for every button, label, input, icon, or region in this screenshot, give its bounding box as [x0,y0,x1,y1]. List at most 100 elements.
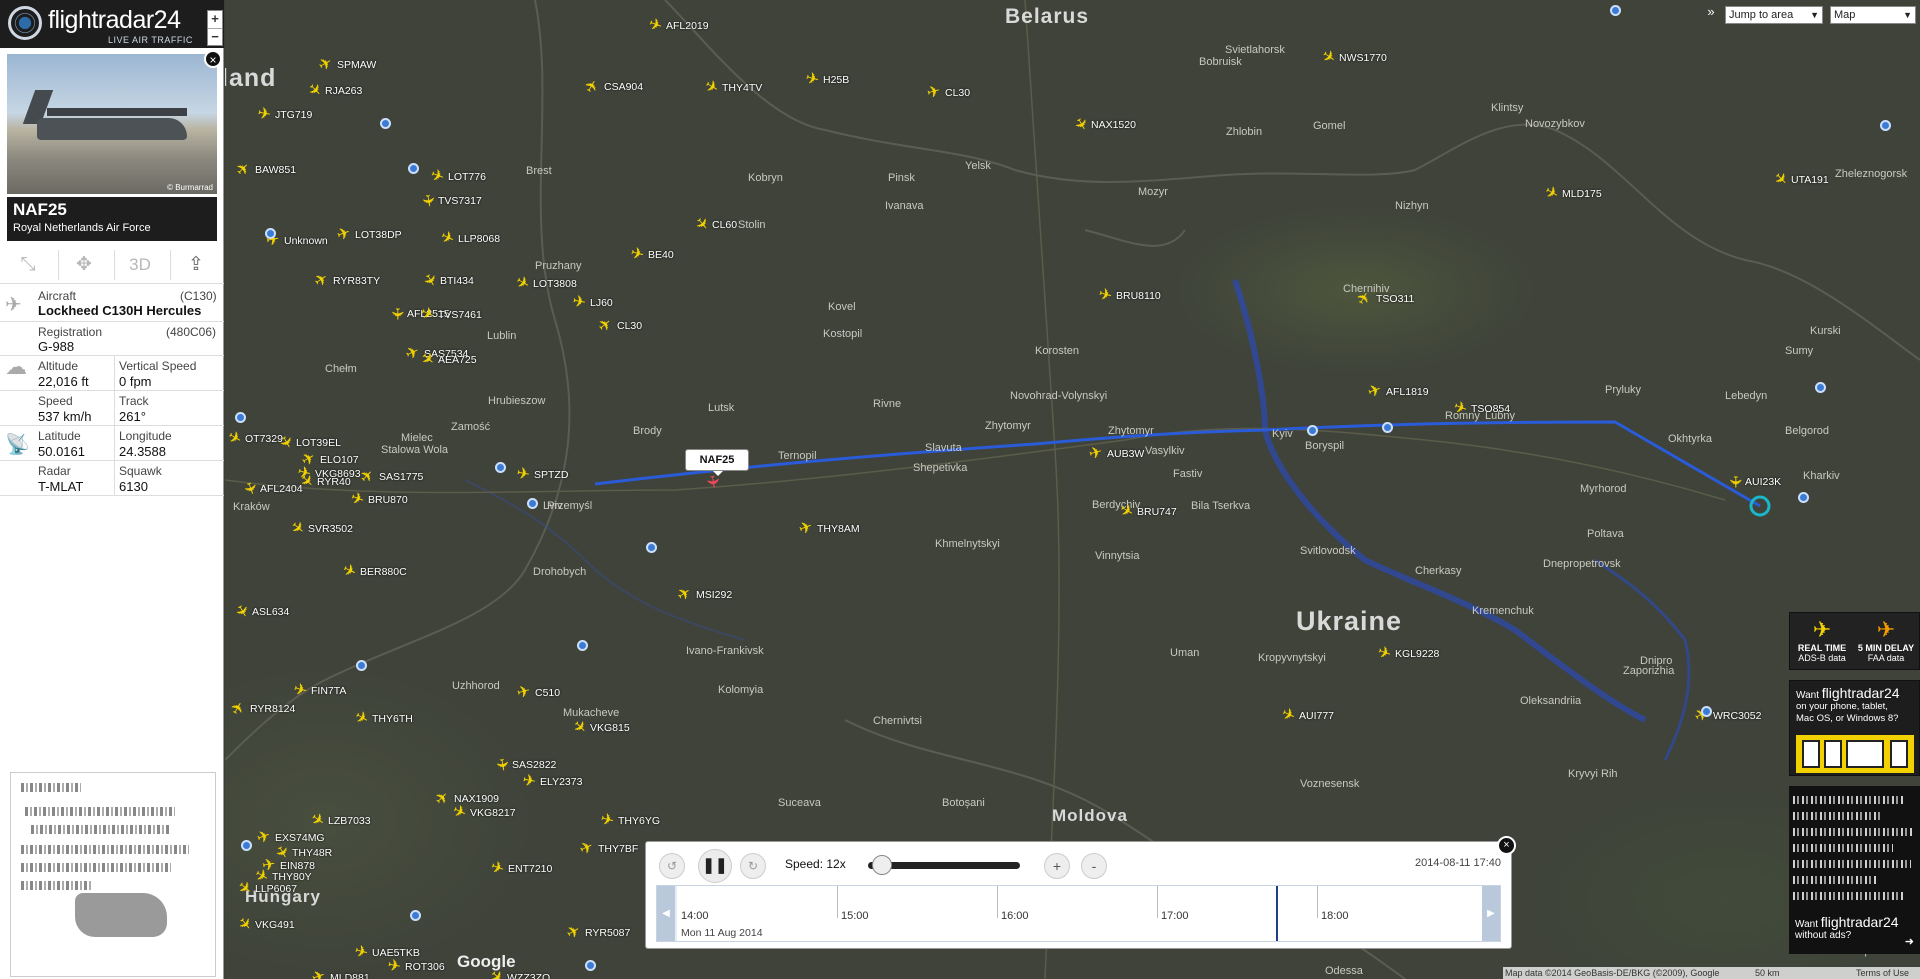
airport-marker[interactable] [1880,120,1891,131]
aircraft-marker[interactable]: ✈BTI434 [419,271,474,291]
aircraft-marker[interactable]: ✈CSA904 [582,77,643,97]
aircraft-marker[interactable]: ✈THY6TH [351,708,413,729]
view-3d-button[interactable]: 3D [116,252,164,280]
airport-marker[interactable] [265,228,276,239]
airport-marker[interactable] [235,412,246,423]
aircraft-marker[interactable]: ✈ BRU8110 [1096,286,1160,306]
aircraft-marker[interactable]: ✈SAS1775 [357,466,423,488]
share-icon[interactable]: ⇪ [172,252,220,280]
timeline-prev-button[interactable]: ◀ [657,886,675,941]
aircraft-photo[interactable]: © Burmarrad [7,54,217,194]
aircraft-marker[interactable]: ✈VKG815 [569,717,630,739]
airport-marker[interactable] [380,118,391,129]
aircraft-marker[interactable]: ✈NWS1770 [1318,47,1387,69]
airport-marker[interactable] [495,462,506,473]
aircraft-marker[interactable]: ✈ ROT306 [385,957,445,976]
airport-marker[interactable] [1307,425,1318,436]
terms-link[interactable]: Terms of Use [1856,967,1909,979]
aircraft-marker[interactable]: ✈TVS7461 [418,304,482,325]
airport-marker[interactable] [1815,382,1826,393]
flight-map[interactable]: Belarus Ukraine Moldova Hungary land Bre… [225,0,1920,979]
aircraft-marker[interactable]: ✈NAX1520 [1070,115,1136,135]
aircraft-marker[interactable]: ✈LLP8068 [438,228,501,249]
rewind-button[interactable]: ↺ [659,853,685,879]
map-type-select[interactable]: Map ▼ [1830,6,1916,24]
aircraft-marker[interactable]: ✈AEA725 [417,349,477,371]
playback-timeline[interactable]: ◀ Mon 11 Aug 2014 14:00 15:00 16:00 17:00 18… [656,885,1501,942]
jump-to-area-select[interactable]: Jump to area ▼ [1725,6,1823,24]
aircraft-marker[interactable]: ✈ AUI23K [1725,473,1781,491]
aircraft-marker[interactable]: ✈OT7329 [225,428,283,449]
aircraft-marker[interactable]: ✈BRU747 [1116,501,1177,522]
timeline-next-button[interactable]: ▶ [1482,886,1500,941]
speed-down-button[interactable]: - [1081,853,1107,879]
aircraft-marker[interactable]: ✈CL30 [595,315,642,337]
aircraft-marker[interactable]: ✈ ELY2373 [520,772,582,791]
speed-up-button[interactable]: + [1044,853,1070,879]
close-playback-button[interactable]: × [1497,836,1516,855]
realtime-feed-toggle[interactable]: ✈ REAL TIME ADS-B data [1792,613,1852,671]
aircraft-marker[interactable]: ✈ LOT776 [428,166,486,187]
aircraft-marker[interactable]: ✈RYR40 [296,471,351,493]
airport-marker[interactable] [241,840,252,851]
aircraft-marker[interactable]: ✈ THY7BF [577,838,638,859]
aircraft-marker[interactable]: ✈ KGL9228 [1375,643,1439,664]
center-icon[interactable]: ✥ [60,252,108,280]
aircraft-marker[interactable]: ✈ C510 [515,683,560,703]
aircraft-marker[interactable]: ✈ THY8AM [797,518,860,539]
airport-marker[interactable] [646,542,657,553]
selected-flight-tag[interactable]: NAF25 [685,449,749,476]
pause-button[interactable]: ❚❚ [698,849,732,883]
aircraft-marker[interactable]: ✈ASL634 [231,602,290,622]
airport-marker[interactable] [1798,492,1809,503]
aircraft-marker[interactable]: ✈LOT3808 [512,273,577,294]
close-flight-panel-button[interactable]: × [204,50,222,68]
aircraft-marker[interactable]: ✈ LJ60 [570,293,613,312]
aircraft-marker[interactable]: ✈ AUB3W [1087,444,1144,464]
aircraft-marker[interactable]: ✈ SPTZD [514,465,568,484]
aircraft-marker[interactable]: ✈ H25B [803,70,849,90]
aircraft-marker[interactable]: ✈TVS7317 [418,192,482,210]
aircraft-marker[interactable]: ✈ LOT38DP [335,224,402,245]
aircraft-marker[interactable]: ✈ FIN7TA [291,681,346,701]
aircraft-marker[interactable]: ✈ AFL2019 [646,15,709,36]
aircraft-marker[interactable]: ✈VKG8217 [450,802,516,823]
aircraft-marker[interactable]: ✈ AFL1819 [1366,381,1429,402]
zoom-in-button[interactable]: + [208,11,222,28]
aircraft-marker[interactable]: ✈ BRU870 [348,489,408,510]
aircraft-marker[interactable]: ✈LLP6067 [234,878,297,900]
aircraft-marker[interactable]: ✈CL30 [925,83,970,103]
airport-marker[interactable] [585,960,596,971]
airport-marker[interactable] [408,163,419,174]
aircraft-marker[interactable]: ✈BER880C [340,561,407,582]
faa-feed-toggle[interactable]: ✈ 5 MIN DELAY FAA data [1856,613,1916,671]
airport-marker[interactable] [1382,422,1393,433]
aircraft-marker[interactable]: ✈CL60 [691,214,738,235]
aircraft-marker[interactable]: ✈ THY6YG [598,811,660,831]
aircraft-marker[interactable]: ✈BAW851 [233,159,296,181]
aircraft-marker[interactable]: ✈UTA191 [1770,169,1829,191]
remove-ads-banner[interactable]: Want flightradar24 without ads? ➜ [1789,786,1920,954]
speed-slider-knob[interactable] [872,855,892,875]
apps-promo[interactable]: Want flightradar24 on your phone, tablet… [1789,680,1920,776]
collapse-icon[interactable]: » [1703,4,1719,24]
sidebar-ad-banner[interactable] [10,772,216,977]
aircraft-marker[interactable]: ✈MLD175 [1541,183,1602,204]
aircraft-marker[interactable]: ✈RJA263 [304,80,363,102]
app-logo[interactable]: flightradar24 LIVE AIR TRAFFIC [0,0,224,48]
aircraft-marker[interactable]: ✈RYR5087 [564,922,631,943]
aircraft-marker[interactable]: ✈ ENT7210 [488,858,552,879]
aircraft-marker[interactable]: ✈TSO311 [1354,289,1414,309]
aircraft-marker[interactable]: ✈AFL2404 [239,480,302,498]
airport-marker[interactable] [527,498,538,509]
aircraft-marker[interactable]: ✈LZB7033 [307,810,371,832]
airport-marker[interactable] [1610,5,1621,16]
aircraft-marker[interactable]: ✈RYR8124 [228,699,295,719]
aircraft-marker[interactable]: ✈MSI292 [674,584,732,606]
google-logo[interactable]: Google [457,952,516,972]
forward-button[interactable]: ↻ [740,853,766,879]
aircraft-marker[interactable]: ✈ TSO854 [1451,398,1510,419]
aircraft-marker[interactable]: ✈ JTG719 [255,105,312,124]
aircraft-marker[interactable]: ✈THY4TV [701,77,762,98]
timeline-track[interactable]: Mon 11 Aug 2014 14:00 15:00 16:00 17:00 18:0… [677,886,1482,941]
